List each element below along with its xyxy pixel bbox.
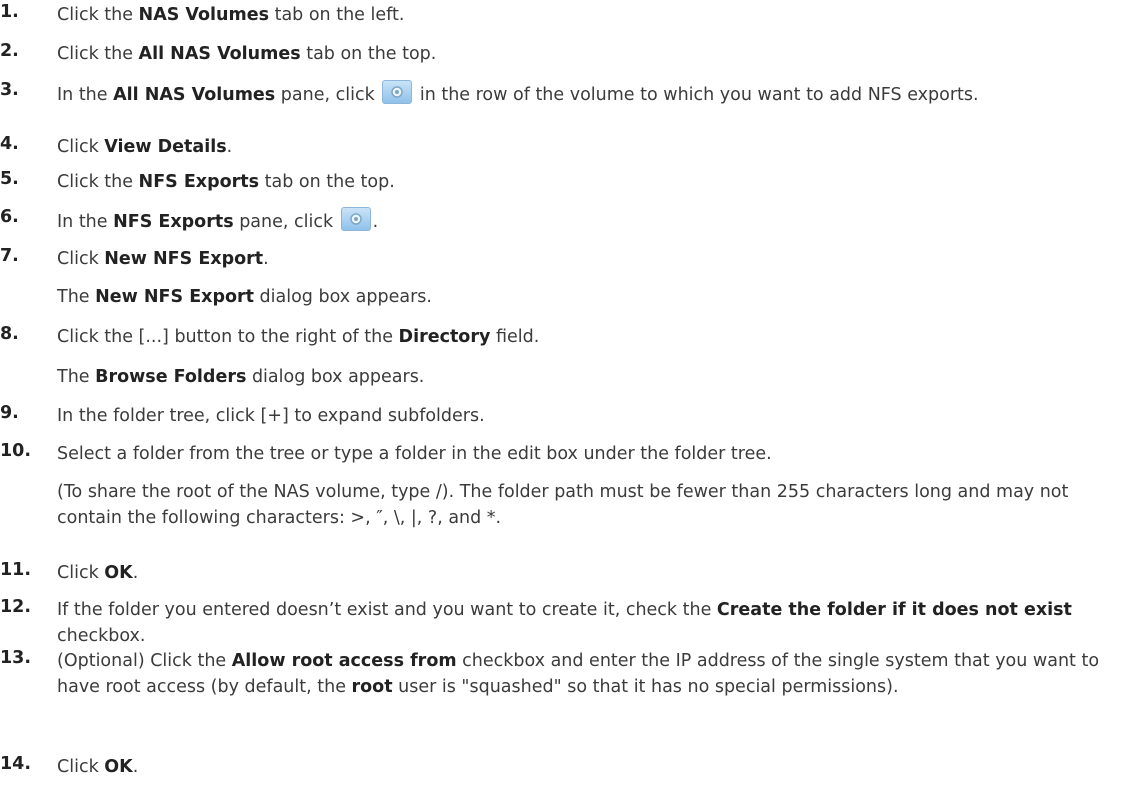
step-text: field. [490,327,540,347]
step-number: 14. [0,754,32,774]
step-text: Click [57,137,105,157]
step-result-note: (To share the root of the NAS volume, ty… [57,479,1117,531]
step-instruction: Click OK. [57,754,1117,780]
step-text: In the folder tree, click [+] to expand … [57,406,485,426]
step-number: 5. [0,169,19,189]
step-number: 9. [0,403,19,423]
step-instruction: Select a folder from the tree or type a … [57,441,1117,467]
ui-term: New NFS Export [95,287,254,307]
step-number: 10. [0,441,32,461]
step-number: 12. [0,597,32,617]
ui-term: Browse Folders [95,367,247,387]
step-number: 13. [0,648,32,668]
step-text: . [226,137,233,157]
step-instruction: In the All NAS Volumes pane, click in th… [57,80,1117,108]
step-text: . [132,563,139,583]
step-text: In the [57,85,114,105]
step-instruction: Click New NFS Export. [57,246,1117,272]
step-number: 4. [0,134,19,154]
step-number: 2. [0,41,19,61]
step-text: If the folder you entered doesn’t exist … [57,600,717,620]
gear-icon [382,80,413,104]
step-text: (Optional) Click the [57,651,232,671]
step-text: (To share the root of the NAS volume, ty… [57,482,1069,528]
step-result-note: The New NFS Export dialog box appears. [57,284,1117,310]
step-text: tab on the top. [259,172,395,192]
step-text: . [263,249,269,269]
ui-term: Directory [398,327,491,347]
ui-term: Create the folder if it does not exist [716,600,1072,620]
step-text: tab on the left. [269,5,405,25]
step-number: 7. [0,246,19,266]
step-text: . [132,757,139,777]
step-instruction: Click View Details. [57,134,1117,160]
step-text: dialog box appears. [253,287,432,307]
ui-term: All NAS Volumes [113,85,276,105]
step-number: 6. [0,207,19,227]
step-text: tab on the top. [300,44,437,64]
step-text: pane, click [275,85,381,105]
ui-term: NFS Exports [113,212,234,232]
ui-term: OK [104,563,133,583]
step-number: 3. [0,80,19,100]
step-instruction: Click the NFS Exports tab on the top. [57,169,1117,195]
step-text: Select a folder from the tree or type a … [57,444,772,464]
step-text: The [57,287,96,307]
step-number: 11. [0,560,32,580]
step-instruction: In the folder tree, click [+] to expand … [57,403,1117,429]
step-text: checkbox. [57,626,146,646]
step-number: 1. [0,2,19,22]
ui-term: OK [104,757,133,777]
step-instruction: (Optional) Click the Allow root access f… [57,648,1117,700]
ui-term: All NAS Volumes [138,44,301,64]
step-text: user is "squashed" so that it has no spe… [392,677,899,697]
ui-term: View Details [104,137,227,157]
step-text: Click the [57,5,139,25]
ui-term: NAS Volumes [138,5,270,25]
step-instruction: Click the [...] button to the right of t… [57,324,1117,350]
step-text: In the [57,212,114,232]
step-instruction: If the folder you entered doesn’t exist … [57,597,1117,649]
step-text: in the row of the volume to which you wa… [414,85,979,105]
step-text: Click [57,757,105,777]
step-number: 8. [0,324,19,344]
step-text: Click [57,563,105,583]
step-text: pane, click [233,212,339,232]
step-text: Click the [57,44,139,64]
step-instruction: Click OK. [57,560,1117,586]
ui-term: New NFS Export [104,249,264,269]
ui-term: root [351,677,393,697]
step-text: . [372,212,379,232]
step-text: Click the [57,172,139,192]
gear-icon [340,207,371,231]
ui-term: Allow root access from [231,651,457,671]
step-instruction: Click the All NAS Volumes tab on the top… [57,41,1117,67]
step-text: dialog box appears. [246,367,425,387]
step-text: Click [57,249,105,269]
step-result-note: The Browse Folders dialog box appears. [57,364,1117,390]
step-text: The [57,367,96,387]
ui-term: NFS Exports [138,172,260,192]
step-text: Click the [...] button to the right of t… [57,327,399,347]
step-instruction: In the NFS Exports pane, click . [57,207,1117,235]
step-instruction: Click the NAS Volumes tab on the left. [57,2,1117,28]
